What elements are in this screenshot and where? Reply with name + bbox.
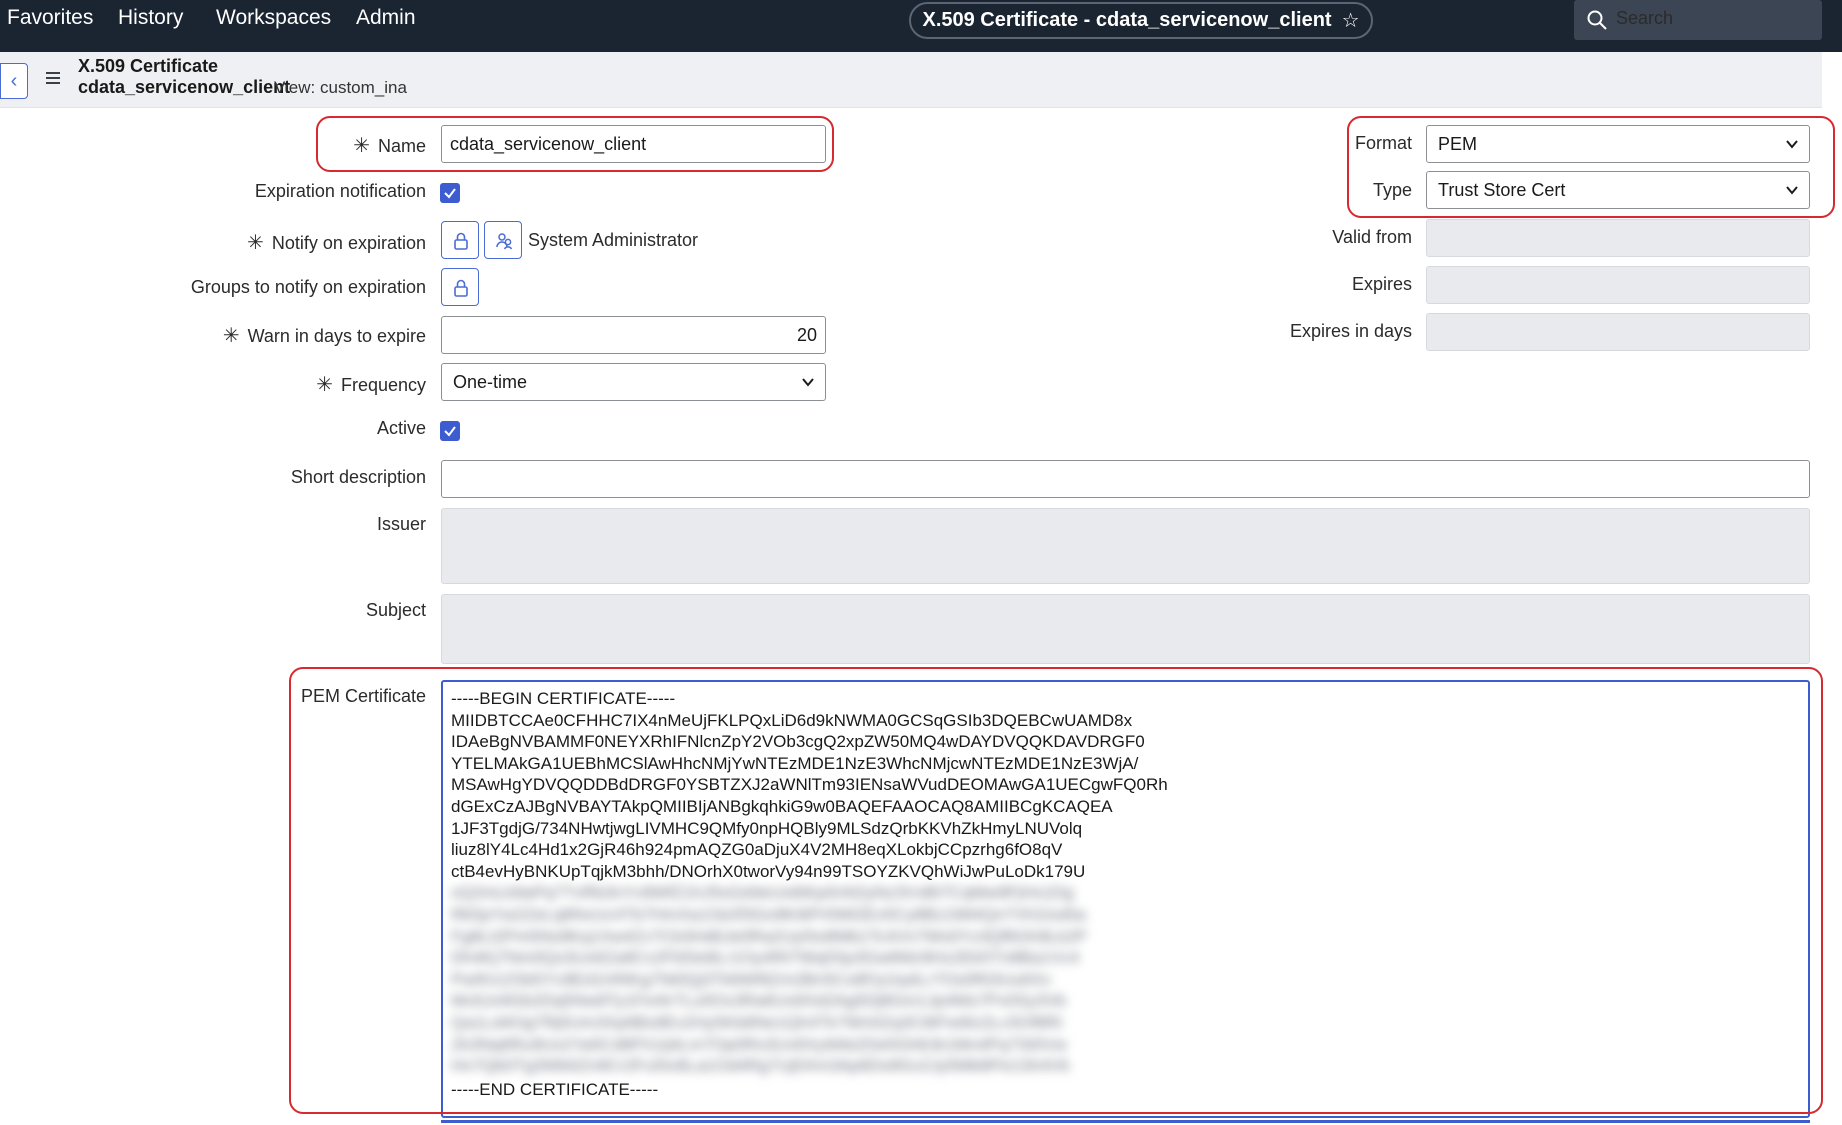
highlight-format-type [1347,116,1835,218]
nav-workspaces[interactable]: Workspaces [216,6,331,30]
highlight-name [316,116,834,172]
warn-days-input[interactable]: 20 [441,316,826,354]
star-icon[interactable]: ☆ [1342,8,1360,33]
expires-label: Expires [1351,274,1412,294]
search-icon [1587,10,1607,30]
context-title-pill[interactable]: X.509 Certificate - cdata_servicenow_cli… [909,2,1373,39]
expiration-notification-checkbox[interactable] [440,183,460,203]
expires-field [1426,266,1810,304]
valid-from-label: Valid from [1332,227,1412,247]
subject-field [441,594,1810,664]
nav-history[interactable]: History [118,6,183,30]
pem-textarea-bottom-border [441,1120,1810,1125]
issuer-label: Issuer [376,514,426,534]
notify-on-expiration-label: ✳ Notify on expiration [247,232,426,254]
add-me-button[interactable] [484,221,522,259]
short-description-label: Short description [290,467,426,487]
lock-icon [454,232,468,250]
checkmark-icon [444,426,456,437]
nav-admin[interactable]: Admin [356,6,416,30]
context-title: X.509 Certificate - cdata_servicenow_cli… [922,9,1332,31]
lock-button[interactable] [441,221,479,259]
back-button[interactable]: ‹ [0,63,28,99]
short-description-input[interactable] [441,460,1810,498]
record-view[interactable]: View: custom_ina [274,78,407,98]
record-header: ‹ X.509 Certificate cdata_servicenow_cli… [0,52,1822,108]
issuer-field [441,508,1810,584]
global-search[interactable]: Search [1574,0,1822,40]
search-label: Search [1616,8,1674,28]
expiration-notification-label: Expiration notification [254,181,426,201]
valid-from-field [1426,219,1810,257]
expires-in-days-field [1426,313,1810,351]
subject-label: Subject [365,600,426,620]
frequency-value: One-time [453,371,528,392]
frequency-label: ✳ Frequency [316,374,426,396]
record-name: cdata_servicenow_client [78,77,291,97]
groups-to-notify-label: Groups to notify on expiration [190,277,426,297]
nav-favorites[interactable]: Favorites [7,6,93,30]
groups-lock-button[interactable] [441,268,479,306]
required-icon: ✳ [222,325,240,347]
warn-days-label: ✳ Warn in days to expire [222,325,426,347]
required-icon: ✳ [316,374,333,396]
checkmark-icon [444,188,456,199]
lock-icon [454,279,468,297]
hamburger-menu-icon[interactable] [46,72,60,86]
active-label: Active [376,418,426,438]
active-checkbox[interactable] [440,421,460,441]
users-icon [496,233,513,250]
required-icon: ✳ [247,232,264,254]
chevron-left-icon: ‹ [10,69,18,92]
notify-on-expiration-value: System Administrator [528,230,699,250]
chevron-down-icon [802,378,814,387]
highlight-pem-certificate [289,667,1823,1114]
record-type: X.509 Certificate [78,56,219,76]
frequency-select[interactable]: One-time [441,363,826,401]
expires-in-days-label: Expires in days [1289,321,1412,341]
top-navigation-bar: Favorites History Workspaces Admin X.509… [0,0,1842,52]
